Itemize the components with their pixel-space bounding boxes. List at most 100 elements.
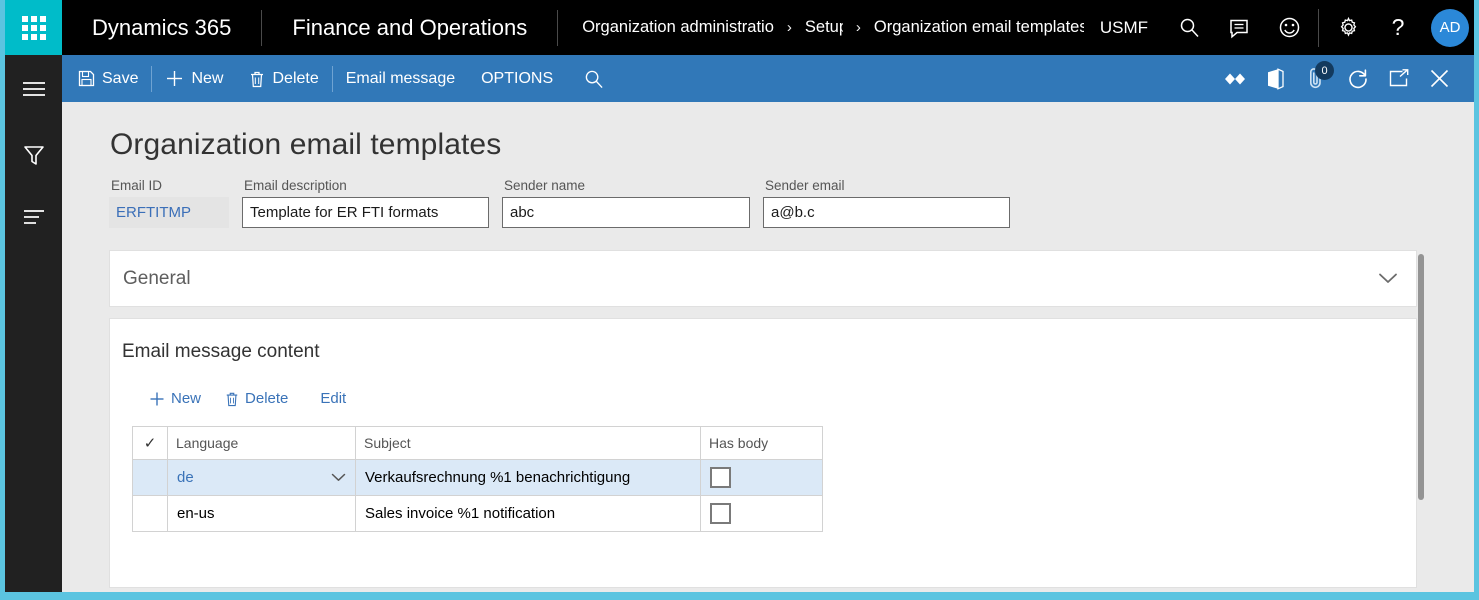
- sender-name-input[interactable]: [502, 197, 750, 228]
- link-share-icon: [1223, 72, 1247, 86]
- command-bar-actions: 0: [1214, 55, 1474, 102]
- filter-button[interactable]: [5, 127, 62, 183]
- grid-column-language[interactable]: Language: [168, 427, 356, 460]
- open-in-office-button[interactable]: [1255, 55, 1296, 102]
- brand-title[interactable]: Dynamics 365: [62, 0, 261, 55]
- search-icon: [1179, 17, 1200, 38]
- row-subject-value: Verkaufsrechnung %1 benachrichtigung: [356, 460, 700, 495]
- share-links-button[interactable]: [1214, 55, 1255, 102]
- breadcrumb-separator-icon: ›: [856, 19, 861, 36]
- grid-column-subject[interactable]: Subject: [356, 427, 701, 460]
- row-has-body-cell[interactable]: [701, 460, 823, 496]
- breadcrumb-separator-icon: ›: [787, 19, 792, 36]
- options-menu[interactable]: OPTIONS: [468, 55, 566, 102]
- company-selector[interactable]: USMF: [1084, 18, 1164, 38]
- refresh-button[interactable]: [1337, 55, 1378, 102]
- email-id-value[interactable]: ERFTITMP: [109, 197, 229, 228]
- delete-button[interactable]: Delete: [236, 55, 331, 102]
- navigation-menu-button[interactable]: [5, 61, 62, 117]
- breadcrumb: Organization administratio › Setup › Org…: [558, 18, 1084, 37]
- grid-delete-button[interactable]: Delete: [215, 385, 298, 412]
- attachment-count-badge: 0: [1315, 61, 1334, 80]
- breadcrumb-item-organization-administration[interactable]: Organization administratio: [582, 18, 774, 37]
- plus-icon: [165, 69, 184, 88]
- email-message-grid: ✓ Language Subject Has body de: [132, 426, 823, 532]
- grid-edit-button[interactable]: Edit: [310, 385, 356, 412]
- has-body-checkbox[interactable]: [710, 467, 731, 488]
- grid-column-has-body[interactable]: Has body: [701, 427, 823, 460]
- module-title[interactable]: Finance and Operations: [262, 0, 557, 55]
- row-language-value: de: [177, 469, 194, 486]
- search-icon: [584, 69, 604, 89]
- check-icon: ✓: [144, 435, 157, 452]
- save-icon: [78, 70, 95, 87]
- breadcrumb-item-current-page[interactable]: Organization email templates: [874, 18, 1084, 37]
- table-row[interactable]: en-us Sales invoice %1 notification: [133, 496, 823, 532]
- save-button[interactable]: Save: [62, 55, 151, 102]
- row-language-cell[interactable]: en-us: [168, 496, 356, 532]
- close-button[interactable]: [1419, 55, 1460, 102]
- email-description-input[interactable]: [242, 197, 489, 228]
- trash-icon: [249, 70, 265, 88]
- row-language-cell[interactable]: de: [168, 460, 356, 496]
- section-email-message-content-title: Email message content: [110, 319, 1416, 363]
- feedback-button[interactable]: [1214, 0, 1264, 55]
- trash-icon: [225, 391, 239, 407]
- command-bar: Save New Delete Email message OPTIONS: [62, 55, 1474, 102]
- attachments-button[interactable]: 0: [1296, 55, 1337, 102]
- new-button[interactable]: New: [152, 55, 236, 102]
- list-view-button[interactable]: [5, 189, 62, 245]
- section-general-label: General: [123, 268, 191, 290]
- row-select-cell[interactable]: [133, 496, 168, 532]
- search-button[interactable]: [1164, 0, 1214, 55]
- has-body-checkbox[interactable]: [710, 503, 731, 524]
- left-navigation-rail: [5, 55, 62, 592]
- divider: [1318, 9, 1319, 47]
- field-sender-email: Sender email: [763, 178, 1010, 228]
- close-icon: [1429, 68, 1450, 89]
- smiley-feedback-button[interactable]: [1264, 0, 1314, 55]
- table-row[interactable]: de Verkaufsrechnung %1 benachrichtigung: [133, 460, 823, 496]
- page-title: Organization email templates: [62, 102, 1474, 162]
- chevron-down-icon[interactable]: [331, 473, 346, 482]
- app-launcher-button[interactable]: [5, 0, 62, 55]
- top-navigation-actions: USMF: [1084, 0, 1474, 55]
- field-label-sender-name: Sender name: [502, 178, 750, 193]
- help-button[interactable]: ?: [1373, 0, 1423, 55]
- section-general[interactable]: General: [109, 250, 1417, 307]
- grid-new-button[interactable]: New: [139, 385, 211, 412]
- grid-header: ✓ Language Subject Has body: [133, 427, 823, 460]
- row-select-cell[interactable]: [133, 460, 168, 496]
- options-label: OPTIONS: [481, 70, 553, 88]
- row-subject-cell[interactable]: Verkaufsrechnung %1 benachrichtigung: [356, 460, 701, 496]
- field-label-email-id: Email ID: [109, 178, 229, 193]
- grid-body: de Verkaufsrechnung %1 benachrichtigung: [133, 460, 823, 532]
- section-email-message-content: Email message content New Delete: [109, 318, 1417, 588]
- smiley-icon: [1278, 16, 1301, 39]
- settings-button[interactable]: [1323, 0, 1373, 55]
- field-email-id: Email ID ERFTITMP: [109, 178, 229, 228]
- chevron-down-icon[interactable]: [1378, 272, 1398, 285]
- email-message-menu[interactable]: Email message: [333, 55, 468, 102]
- command-search-button[interactable]: [566, 55, 617, 102]
- avatar[interactable]: AD: [1431, 9, 1469, 47]
- grid-header-row: ✓ Language Subject Has body: [133, 427, 823, 460]
- window-inner: Dynamics 365 Finance and Operations Orga…: [5, 0, 1474, 592]
- vertical-scrollbar-thumb[interactable]: [1418, 254, 1424, 500]
- email-message-label: Email message: [346, 70, 455, 88]
- row-has-body-cell[interactable]: [701, 496, 823, 532]
- delete-label: Delete: [272, 70, 318, 88]
- row-subject-cell[interactable]: Sales invoice %1 notification: [356, 496, 701, 532]
- top-navigation-bar: Dynamics 365 Finance and Operations Orga…: [5, 0, 1474, 55]
- grid-column-select-all[interactable]: ✓: [133, 427, 168, 460]
- save-label: Save: [102, 70, 138, 88]
- grid-new-label: New: [171, 390, 201, 407]
- sender-email-input[interactable]: [763, 197, 1010, 228]
- office-icon: [1266, 68, 1285, 90]
- list-icon: [22, 208, 46, 226]
- open-in-new-window-button[interactable]: [1378, 55, 1419, 102]
- grid-edit-label: Edit: [320, 390, 346, 407]
- breadcrumb-item-setup[interactable]: Setup: [805, 18, 843, 37]
- feedback-icon: [1228, 17, 1250, 39]
- hamburger-menu-icon: [21, 80, 47, 98]
